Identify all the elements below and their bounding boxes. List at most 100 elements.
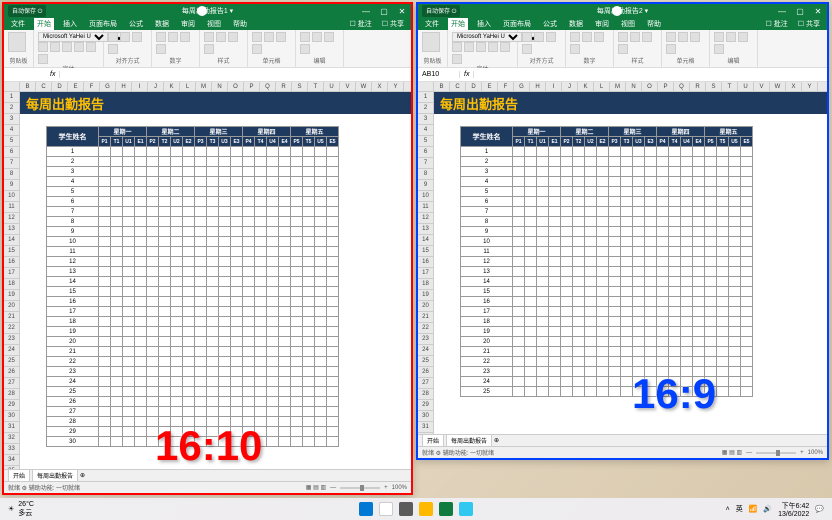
col-header[interactable]: G	[100, 82, 116, 91]
col-header[interactable]: Q	[260, 82, 276, 91]
font-select[interactable]: Microsoft YaHei U	[38, 32, 108, 42]
row-header[interactable]: 29	[4, 400, 20, 411]
row-header[interactable]: 24	[4, 345, 20, 356]
row-header[interactable]: 26	[418, 367, 434, 378]
fx-icon[interactable]: fx	[460, 71, 474, 78]
color-icon[interactable]	[38, 54, 48, 64]
menu-item[interactable]: 开始	[448, 18, 468, 30]
taskview-icon[interactable]	[399, 502, 413, 516]
row-header[interactable]: 2	[418, 103, 434, 114]
col-header[interactable]: F	[84, 82, 100, 91]
close-icon[interactable]: ✕	[813, 7, 823, 16]
row-header[interactable]: 12	[418, 213, 434, 224]
col-header[interactable]: K	[164, 82, 180, 91]
col-header[interactable]: J	[562, 82, 578, 91]
zoom-controls[interactable]: ▦ ▤ ▥ —+ 100%	[306, 484, 407, 491]
menu-item[interactable]: 页面布局	[500, 18, 534, 30]
fill-icon[interactable]	[86, 42, 96, 52]
row-header[interactable]: 3	[418, 114, 434, 125]
row-header[interactable]: 28	[4, 389, 20, 400]
ribbon-btn[interactable]	[726, 32, 736, 42]
ribbon-btn[interactable]	[714, 32, 724, 42]
ribbon-btn[interactable]	[168, 32, 178, 42]
excel-icon[interactable]	[439, 502, 453, 516]
row-header[interactable]: 30	[418, 411, 434, 422]
row-header[interactable]: 15	[418, 246, 434, 257]
col-header[interactable]: H	[530, 82, 546, 91]
menu-item[interactable]: ☐ 批注	[763, 18, 791, 30]
row-header[interactable]: 4	[418, 125, 434, 136]
app-icon[interactable]	[459, 502, 473, 516]
bold-icon[interactable]	[452, 42, 462, 52]
ribbon-btn[interactable]	[252, 32, 262, 42]
view-icons[interactable]: ▦ ▤ ▥	[722, 449, 742, 456]
col-header[interactable]: X	[786, 82, 802, 91]
ribbon-btn[interactable]	[642, 32, 652, 42]
col-header[interactable]: J	[148, 82, 164, 91]
border-icon[interactable]	[488, 42, 498, 52]
cells-grid[interactable]: 每周出勤报告 学生姓名星期一星期二星期三星期四星期五P1T1U1E1P2T2U2…	[434, 92, 827, 434]
explorer-icon[interactable]	[419, 502, 433, 516]
col-header[interactable]: R	[276, 82, 292, 91]
ribbon-btn[interactable]	[582, 32, 592, 42]
row-header[interactable]: 23	[4, 334, 20, 345]
weather-widget[interactable]: ☀ 26°C 多云	[8, 501, 34, 518]
row-header[interactable]: 1	[4, 92, 20, 103]
cell-reference[interactable]: AB10	[420, 71, 460, 78]
ribbon-btn[interactable]	[180, 32, 190, 42]
row-header[interactable]: 4	[4, 125, 20, 136]
sheet-area[interactable]: BCDEFGHIJKLMNOPQRSTUVWXY 123456789101112…	[418, 82, 827, 434]
col-header[interactable]: U	[324, 82, 340, 91]
italic-icon[interactable]	[50, 42, 60, 52]
tray-chevron-icon[interactable]: ˄	[726, 506, 730, 513]
col-header[interactable]: V	[340, 82, 356, 91]
row-header[interactable]: 5	[4, 136, 20, 147]
row-header[interactable]: 24	[418, 345, 434, 356]
menu-item[interactable]: ☐ 批注	[347, 18, 375, 30]
col-header[interactable]: R	[690, 82, 706, 91]
row-header[interactable]: 23	[418, 334, 434, 345]
menu-item[interactable]: 审阅	[178, 18, 198, 30]
menu-item[interactable]: 文件	[8, 18, 28, 30]
col-header[interactable]: G	[514, 82, 530, 91]
row-header[interactable]: 19	[4, 290, 20, 301]
row-header[interactable]: 2	[4, 103, 20, 114]
row-header[interactable]: 11	[4, 202, 20, 213]
row-header[interactable]: 3	[4, 114, 20, 125]
color-icon[interactable]	[452, 54, 462, 64]
ribbon-btn[interactable]	[570, 32, 580, 42]
row-header[interactable]: 21	[418, 312, 434, 323]
ribbon-btn[interactable]	[630, 32, 640, 42]
ribbon-btn[interactable]	[324, 32, 334, 42]
col-header[interactable]: T	[308, 82, 324, 91]
ribbon-btn[interactable]	[120, 32, 130, 42]
ribbon-btn[interactable]	[678, 32, 688, 42]
row-header[interactable]: 34	[4, 455, 20, 466]
col-header[interactable]: F	[498, 82, 514, 91]
close-icon[interactable]: ✕	[397, 7, 407, 16]
menu-item[interactable]: 视图	[204, 18, 224, 30]
ribbon-btn[interactable]	[738, 32, 748, 42]
windows-taskbar[interactable]: ☀ 26°C 多云 ˄ 英 📶 🔊 下午6:42 13/6/2022 💬	[0, 498, 832, 520]
menu-item[interactable]: 帮助	[230, 18, 250, 30]
col-header[interactable]: Y	[388, 82, 404, 91]
clock-time[interactable]: 下午6:42	[778, 501, 809, 511]
ribbon-btn[interactable]	[666, 32, 676, 42]
row-header[interactable]: 16	[418, 257, 434, 268]
col-header[interactable]: S	[706, 82, 722, 91]
document-name[interactable]: 每周出勤报告2 ▾	[597, 6, 648, 16]
minimize-icon[interactable]: —	[777, 7, 787, 16]
row-header[interactable]: 29	[418, 400, 434, 411]
menu-item[interactable]: 开始	[34, 18, 54, 30]
col-header[interactable]: X	[372, 82, 388, 91]
row-header[interactable]: 10	[418, 191, 434, 202]
row-header[interactable]: 13	[4, 224, 20, 235]
col-header[interactable]: M	[610, 82, 626, 91]
zoom-controls[interactable]: ▦ ▤ ▥ —+ 100%	[722, 449, 823, 456]
ribbon-btn[interactable]	[690, 32, 700, 42]
col-header[interactable]: W	[356, 82, 372, 91]
ribbon-btn[interactable]	[276, 32, 286, 42]
ribbon-btn[interactable]	[666, 44, 676, 54]
underline-icon[interactable]	[62, 42, 72, 52]
volume-icon[interactable]: 🔊	[763, 505, 772, 513]
